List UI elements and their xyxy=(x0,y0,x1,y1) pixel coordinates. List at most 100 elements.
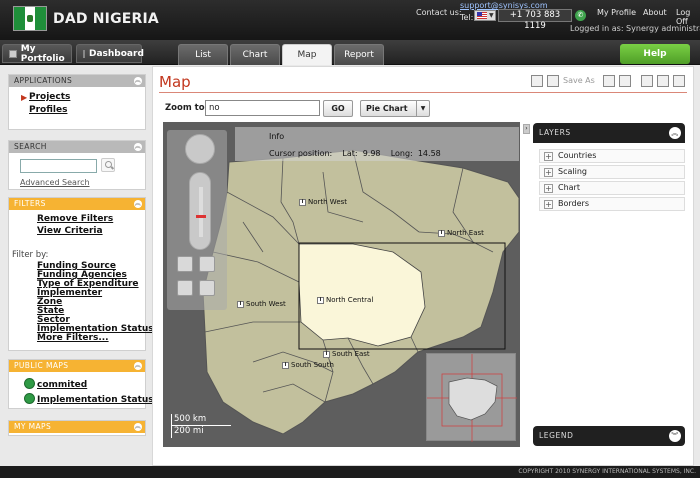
tab-chart[interactable]: Chart xyxy=(230,44,280,65)
panel-toggle-handle[interactable]: › xyxy=(523,124,530,134)
filters-title: FILTERS xyxy=(14,199,46,208)
info-title: Info xyxy=(269,132,285,141)
info-icon: i xyxy=(317,296,324,304)
print-icon[interactable] xyxy=(603,75,615,87)
dashboard-button[interactable]: Dashboard xyxy=(76,44,144,63)
my-maps-title: MY MAPS xyxy=(14,422,52,431)
tab-bar: My Portfolio Dashboard List Chart Map Re… xyxy=(0,40,700,65)
zoom-slider[interactable] xyxy=(189,172,211,250)
nigeria-flag-icon xyxy=(13,6,47,31)
public-map-commited[interactable]: commited xyxy=(37,380,87,390)
tel-label: Tel: xyxy=(460,13,474,22)
public-maps-header[interactable]: PUBLIC MAPS ︽ xyxy=(9,360,145,372)
help-button[interactable]: Help xyxy=(620,44,690,64)
view-criteria-link[interactable]: View Criteria xyxy=(37,226,103,236)
layers-panel-header[interactable]: LAYERS ︽ xyxy=(533,123,685,143)
expand-icon[interactable]: + xyxy=(544,184,553,193)
search-input[interactable] xyxy=(20,159,97,173)
zoom-box-icon[interactable] xyxy=(199,256,215,272)
filters-header[interactable]: FILTERS ︽ xyxy=(9,198,145,210)
export-icon[interactable] xyxy=(657,75,669,87)
my-profile-link[interactable]: My Profile xyxy=(597,8,636,17)
layer-chart[interactable]: + Chart xyxy=(539,181,685,195)
info-icon: i xyxy=(237,300,244,308)
expand-icon[interactable]: + xyxy=(544,168,553,177)
collapse-icon[interactable]: ︽ xyxy=(134,362,142,370)
footer-copyright: COPYRIGHT 2010 SYNERGY INTERNATIONAL SYS… xyxy=(0,466,700,478)
layer-borders[interactable]: + Borders xyxy=(539,197,685,211)
collapse-icon[interactable]: ︽ xyxy=(134,77,142,85)
region-label-south-south[interactable]: i South South xyxy=(282,361,334,369)
save-as-icon[interactable] xyxy=(547,75,559,87)
remove-filters-link[interactable]: Remove Filters xyxy=(37,214,113,224)
region-label-north-west[interactable]: i North West xyxy=(299,198,347,206)
filters-panel: FILTERS ︽ Remove Filters View Criteria F… xyxy=(8,197,154,351)
pan-control-icon[interactable] xyxy=(185,134,215,164)
region-label-south-west[interactable]: i South West xyxy=(237,300,286,308)
country-select[interactable]: ▼ xyxy=(474,10,496,21)
draw-line-icon[interactable] xyxy=(177,280,193,296)
more-filters-link[interactable]: More Filters... xyxy=(37,333,109,343)
scale-mi: 200 mi xyxy=(171,426,221,438)
save-as-label[interactable]: Save As xyxy=(563,76,595,85)
applications-title: APPLICATIONS xyxy=(14,76,73,85)
chevron-down-icon: ▼ xyxy=(416,101,429,116)
sidebar-item-profiles[interactable]: Profiles xyxy=(29,105,67,115)
search-header[interactable]: SEARCH ︽ xyxy=(9,141,145,153)
us-flag-icon xyxy=(477,12,487,19)
measure-icon[interactable] xyxy=(199,280,215,296)
pdf-icon[interactable] xyxy=(641,75,653,87)
search-panel: SEARCH ︽ Advanced Search xyxy=(8,140,146,190)
region-label-north-central[interactable]: i North Central xyxy=(317,296,373,304)
advanced-search-link[interactable]: Advanced Search xyxy=(20,178,90,187)
tel-number: +1 703 883 1119 xyxy=(498,9,572,31)
dashboard-icon xyxy=(83,49,85,58)
zoom-to-label: Zoom to: xyxy=(165,103,208,113)
layers-title: LAYERS xyxy=(539,128,571,137)
legend-title: LEGEND xyxy=(539,431,574,440)
my-maps-header[interactable]: MY MAPS ︽ xyxy=(9,421,145,433)
expand-icon[interactable]: ︾ xyxy=(669,430,681,442)
collapse-icon[interactable]: ︽ xyxy=(134,423,142,431)
applications-header[interactable]: APPLICATIONS ︽ xyxy=(9,75,145,87)
my-portfolio-label: My Portfolio xyxy=(20,43,65,64)
chart-type-select[interactable]: Pie Chart ▼ xyxy=(360,100,430,117)
expand-icon[interactable]: + xyxy=(544,200,553,209)
sidebar-item-projects[interactable]: Projects xyxy=(29,92,70,102)
info-icon: i xyxy=(299,198,306,206)
public-map-implementation-status[interactable]: Implementation Status xyxy=(37,395,154,405)
collapse-icon[interactable]: ︽ xyxy=(669,127,681,139)
tab-report[interactable]: Report xyxy=(334,44,384,65)
collapse-icon[interactable]: ︽ xyxy=(134,143,142,151)
search-icon[interactable] xyxy=(101,158,115,172)
zoom-to-input[interactable]: no xyxy=(205,100,320,116)
export-image-icon[interactable] xyxy=(673,75,685,87)
cursor-position: Cursor position: Lat: 9.98 Long: 14.58 xyxy=(269,149,441,158)
select-arrow-icon[interactable] xyxy=(177,256,193,272)
legend-panel-header[interactable]: LEGEND ︾ xyxy=(533,426,685,446)
contact-label: Contact us: xyxy=(416,8,462,17)
about-link[interactable]: About xyxy=(643,8,667,17)
scale-km: 500 km xyxy=(171,414,231,426)
share-icon[interactable] xyxy=(619,75,631,87)
phone-icon[interactable]: ✆ xyxy=(575,10,586,21)
page-title: Map xyxy=(159,73,191,91)
zoom-slider-handle[interactable] xyxy=(196,215,206,218)
map-canvas[interactable]: Info Cursor position: Lat: 9.98 Long: 14… xyxy=(163,122,520,447)
my-portfolio-button[interactable]: My Portfolio xyxy=(2,43,72,64)
save-icon[interactable] xyxy=(531,75,543,87)
overview-minimap[interactable] xyxy=(426,353,517,442)
layer-countries[interactable]: + Countries xyxy=(539,149,685,163)
globe-icon xyxy=(24,378,35,389)
go-button[interactable]: GO xyxy=(323,100,353,117)
expand-icon[interactable]: + xyxy=(544,152,553,161)
tab-list[interactable]: List xyxy=(178,44,228,65)
chart-type-value: Pie Chart xyxy=(366,104,408,113)
lat-value: 9.98 xyxy=(362,149,381,158)
layer-scaling[interactable]: + Scaling xyxy=(539,165,685,179)
region-label-north-east[interactable]: i North East xyxy=(438,229,484,237)
region-label-south-east[interactable]: i South East xyxy=(323,350,370,358)
collapse-icon[interactable]: ︽ xyxy=(134,200,142,208)
arrow-right-icon: ▶ xyxy=(21,93,28,102)
tab-map[interactable]: Map xyxy=(282,44,332,65)
